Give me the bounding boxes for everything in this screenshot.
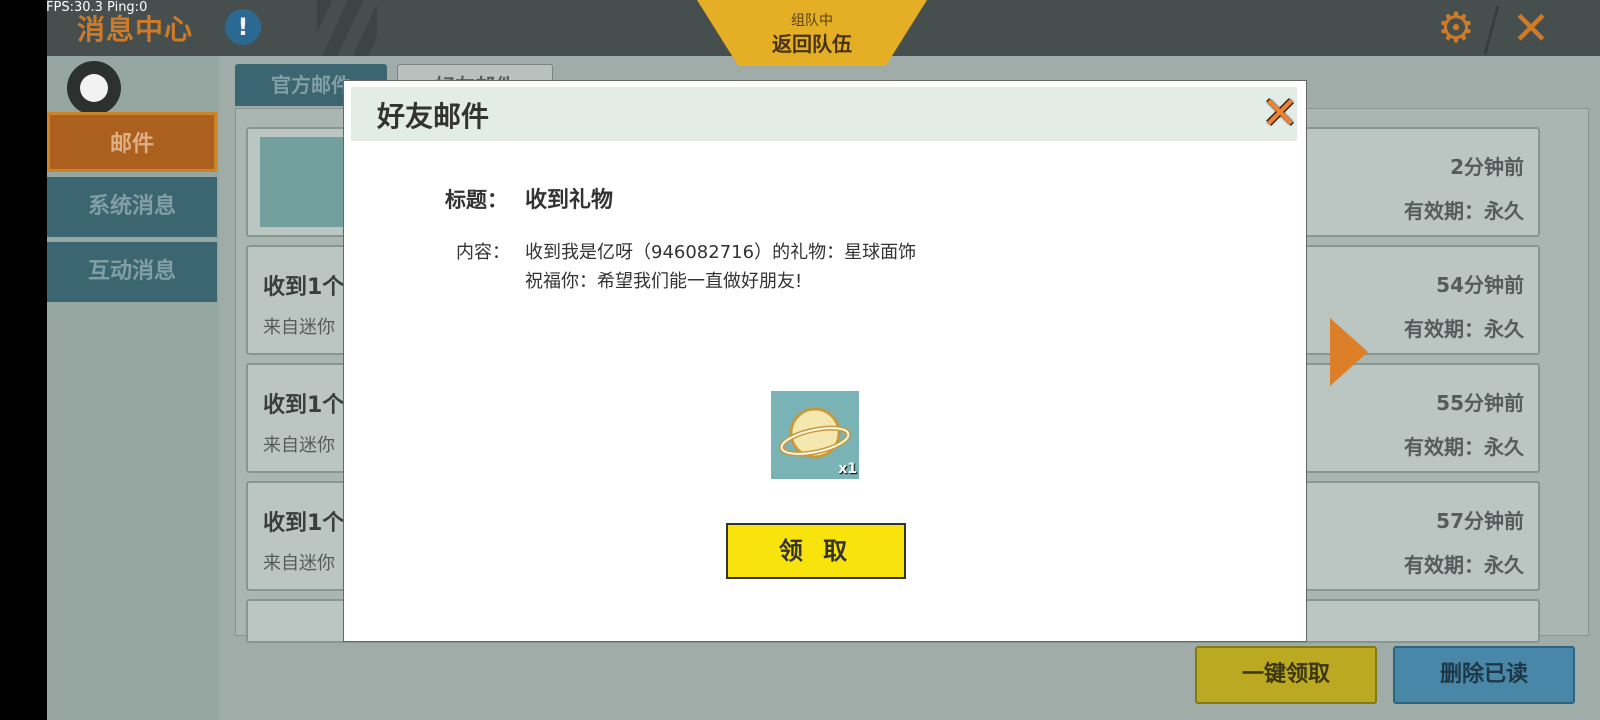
claim-button[interactable]: 领 取 bbox=[726, 523, 906, 579]
friend-mail-dialog: 好友邮件 ✕ 标题： 收到礼物 内容： 收到我是亿呀（946082716）的礼物… bbox=[343, 80, 1307, 642]
message-center-screen: 消息中心 ! 组队中 返回队伍 ⚙ ✕ 邮件 系统消息 互动消息 官方邮件 好友… bbox=[47, 0, 1600, 720]
subject-value: 收到礼物 bbox=[525, 188, 614, 213]
item-count: x1 bbox=[838, 461, 857, 477]
content-line-2: 祝福你：希望我们能一直做好朋友! bbox=[525, 271, 803, 292]
content-label: 内容： bbox=[456, 242, 510, 263]
content-line-1: 收到我是亿呀（946082716）的礼物：星球面饰 bbox=[525, 242, 917, 263]
dialog-header: 好友邮件 ✕ bbox=[351, 87, 1298, 141]
subject-label: 标题： bbox=[445, 188, 508, 212]
fps-counter: FPS:30.3 Ping:0 bbox=[46, 0, 148, 15]
close-icon[interactable]: ✕ bbox=[1259, 92, 1301, 136]
dialog-title: 好友邮件 bbox=[377, 100, 490, 133]
gift-item[interactable]: x1 bbox=[771, 391, 859, 479]
